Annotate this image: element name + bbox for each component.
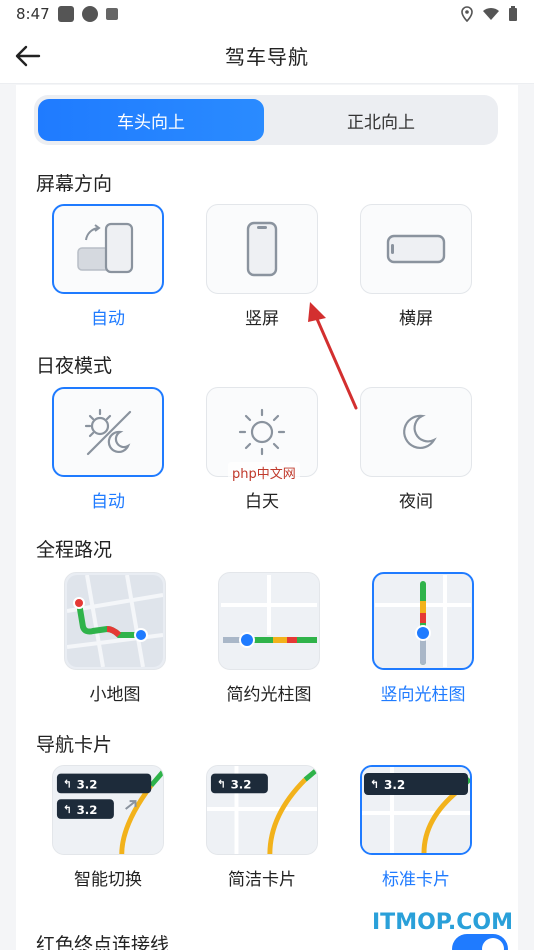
smart-switch-preview-icon: ↰ 3.2 ↰ 3.2 <box>53 766 163 854</box>
orientation-auto-label: 自动 <box>91 309 125 329</box>
auto-day-night-icon <box>84 408 132 456</box>
red-line-toggle[interactable] <box>452 934 508 950</box>
orientation-landscape-option[interactable]: 横屏 <box>359 204 473 329</box>
standard-card-distance: 3.2 <box>384 778 405 792</box>
location-icon <box>461 6 473 22</box>
standard-card-option[interactable]: ↰ 3.2 标准卡片 <box>359 765 473 890</box>
smart-switch-card-distance-2: 3.2 <box>77 803 98 817</box>
svg-text:↰: ↰ <box>217 777 226 790</box>
smart-switch-tile: ↰ 3.2 ↰ 3.2 <box>52 765 164 855</box>
mini-map-option[interactable]: 小地图 <box>58 572 172 705</box>
a-notification-icon <box>105 8 118 20</box>
orientation-portrait-tile <box>206 204 318 294</box>
php-watermark: php中文网 <box>228 462 300 483</box>
simple-card-preview-icon: ↰ 3.2 <box>207 766 317 854</box>
status-bar: 8:47 <box>0 0 534 28</box>
simple-light-bar-preview-icon <box>221 575 317 667</box>
simple-card-option[interactable]: ↰ 3.2 简洁卡片 <box>205 765 319 890</box>
simple-card-distance: 3.2 <box>231 777 252 791</box>
night-mode-option[interactable]: 夜间 <box>359 387 473 512</box>
app-notification-icon <box>57 6 74 22</box>
back-button[interactable] <box>8 36 48 76</box>
app-header: 驾车导航 <box>0 28 534 84</box>
day-night-auto-tile <box>52 387 164 477</box>
orientation-landscape-label: 横屏 <box>399 309 433 329</box>
vertical-light-bar-option[interactable]: 竖向光柱图 <box>366 572 480 705</box>
standard-card-label: 标准卡片 <box>382 870 450 890</box>
map-orientation-segmented-control: 车头向上 正北向上 <box>34 95 498 145</box>
heading-up-option[interactable]: 车头向上 <box>38 99 264 141</box>
night-mode-label: 夜间 <box>399 492 433 512</box>
moon-icon <box>403 414 437 449</box>
landscape-phone-icon <box>386 234 446 264</box>
annotation-arrow-icon <box>308 302 358 410</box>
mini-map-preview-icon <box>67 575 163 667</box>
orientation-auto-tile <box>52 204 164 294</box>
simple-light-bar-option[interactable]: 简约光柱图 <box>212 572 326 705</box>
day-mode-label: 白天 <box>245 492 279 512</box>
battery-icon <box>509 6 517 21</box>
simple-card-label: 简洁卡片 <box>228 870 296 890</box>
vertical-light-bar-label: 竖向光柱图 <box>380 685 466 705</box>
arrow-left-icon <box>15 45 41 67</box>
itmop-watermark: ITMOP.COM <box>372 910 513 935</box>
svg-text:↰: ↰ <box>370 778 379 791</box>
vertical-light-bar-tile <box>372 572 474 670</box>
standard-card-preview-icon: ↰ 3.2 <box>362 767 470 853</box>
vertical-light-bar-preview-icon <box>375 575 471 667</box>
auto-rotate-icon <box>77 222 134 274</box>
simple-light-bar-label: 简约光柱图 <box>226 685 312 705</box>
smart-switch-option[interactable]: ↰ 3.2 ↰ 3.2 智能切换 <box>51 765 165 890</box>
page-title: 驾车导航 <box>225 45 309 69</box>
section-title-screen-orientation: 屏幕方向 <box>36 173 113 195</box>
section-title-nav-card: 导航卡片 <box>36 734 113 756</box>
mini-map-tile <box>64 572 166 670</box>
smart-switch-card-distance-1: 3.2 <box>77 777 98 791</box>
portrait-phone-icon <box>246 221 278 277</box>
section-title-day-night: 日夜模式 <box>36 355 113 377</box>
standard-card-tile: ↰ 3.2 <box>360 765 472 855</box>
night-mode-tile <box>360 387 472 477</box>
status-time: 8:47 <box>16 5 50 23</box>
day-night-auto-label: 自动 <box>91 492 125 512</box>
north-up-option[interactable]: 正北向上 <box>268 99 494 141</box>
mini-map-label: 小地图 <box>89 685 141 705</box>
orientation-landscape-tile <box>360 204 472 294</box>
sun-icon <box>238 408 286 456</box>
smart-switch-label: 智能切换 <box>74 870 142 890</box>
orientation-auto-option[interactable]: 自动 <box>51 204 165 329</box>
section-title-route-overview: 全程路况 <box>36 539 113 561</box>
svg-text:↰: ↰ <box>63 803 72 816</box>
settings-panel: 车头向上 正北向上 屏幕方向 自动 竖屏 横屏 日夜模式 自动 白天 夜间 全程… <box>16 85 518 950</box>
simple-card-tile: ↰ 3.2 <box>206 765 318 855</box>
wifi-icon <box>483 7 499 20</box>
simple-light-bar-tile <box>218 572 320 670</box>
day-night-auto-option[interactable]: 自动 <box>51 387 165 512</box>
red-line-label: 红色终点连接线 <box>36 933 170 950</box>
sync-notification-icon <box>81 6 98 22</box>
svg-text:↰: ↰ <box>63 777 72 790</box>
